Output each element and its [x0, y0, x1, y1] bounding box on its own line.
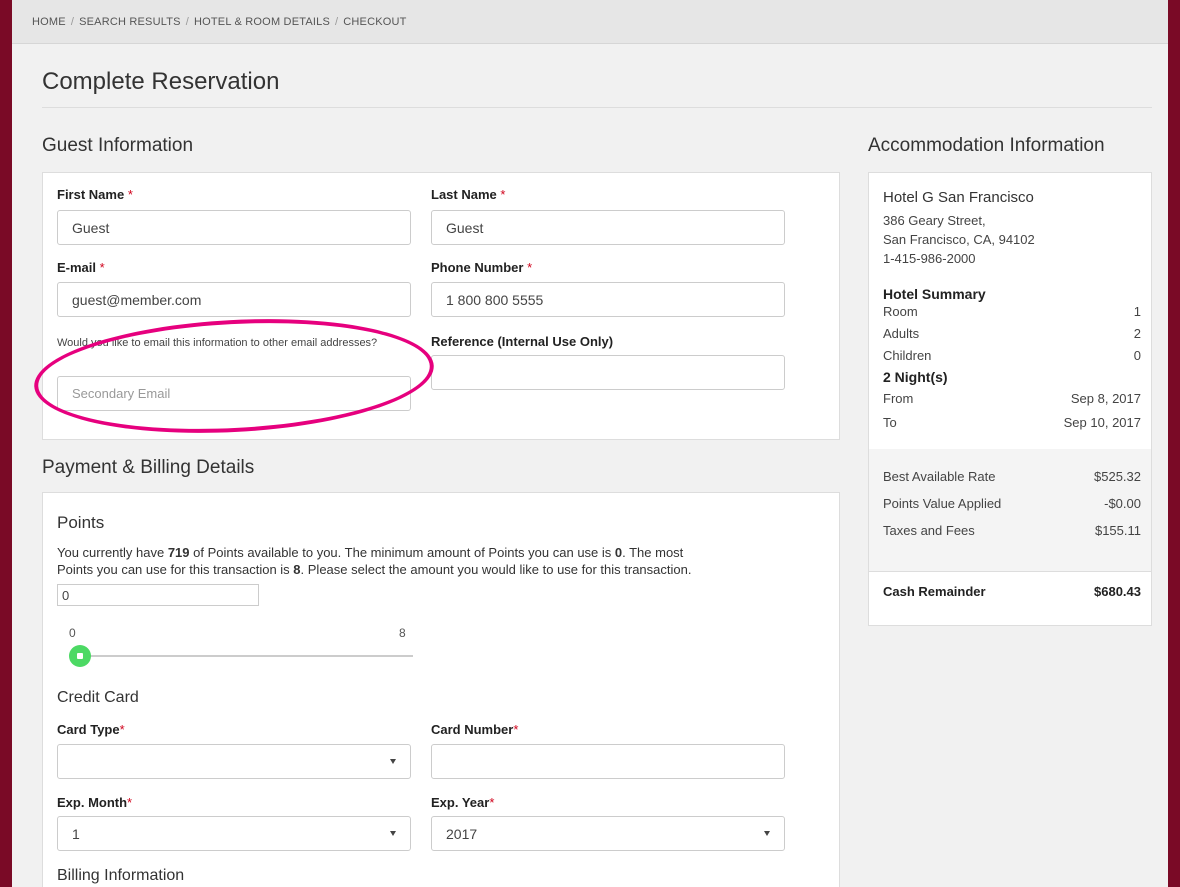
slider-max-label: 8 — [399, 626, 406, 640]
card-number-input[interactable] — [431, 744, 785, 779]
points-slider-track[interactable] — [73, 655, 413, 657]
adults-row: Adults 2 — [883, 326, 1141, 341]
billing-heading: Billing Information — [57, 867, 185, 884]
reference-label: Reference (Internal Use Only) — [431, 334, 614, 349]
points-description: You currently have 719 of Points availab… — [57, 545, 692, 577]
card-type-select[interactable] — [57, 744, 411, 779]
cash-remainder-row: Cash Remainder $680.43 — [883, 584, 1141, 599]
exp-month-select[interactable]: 1 — [57, 816, 411, 851]
rates-box: Best Available Rate $525.32 Points Value … — [869, 449, 1151, 571]
accommodation-panel: Hotel G San Francisco 386 Geary Street, … — [868, 172, 1152, 626]
nights-label: 2 Night(s) — [883, 369, 948, 385]
payment-heading: Payment & Billing Details — [42, 457, 255, 478]
breadcrumb: HOME / SEARCH RESULTS / HOTEL & ROOM DETAILS… — [12, 0, 1168, 44]
points-available: 719 — [167, 545, 190, 560]
points-slider-handle[interactable] — [69, 645, 91, 667]
email-label: E-mail * — [57, 260, 105, 275]
exp-month-label: Exp. Month* — [57, 795, 133, 810]
last-name-label: Last Name * — [431, 187, 506, 202]
hotel-summary-heading: Hotel Summary — [883, 286, 986, 302]
room-row: Room 1 — [883, 304, 1141, 319]
page-title: Complete Reservation — [42, 68, 280, 95]
chevron-down-icon — [390, 831, 396, 836]
hotel-phone: 1-415-986-2000 — [883, 251, 976, 266]
phone-input[interactable]: 1 800 800 5555 — [431, 282, 785, 317]
credit-card-heading: Credit Card — [57, 689, 139, 706]
hotel-address-line2: San Francisco, CA, 94102 — [883, 232, 1035, 247]
points-max: 8 — [293, 562, 301, 577]
exp-year-label: Exp. Year* — [431, 795, 495, 810]
last-name-input[interactable]: Guest — [431, 210, 785, 245]
rates-divider — [869, 571, 1151, 572]
chevron-down-icon — [390, 759, 396, 764]
exp-year-select[interactable]: 2017 — [431, 816, 785, 851]
accommodation-heading: Accommodation Information — [868, 135, 1105, 156]
phone-label: Phone Number * — [431, 260, 533, 275]
to-row: To Sep 10, 2017 — [883, 415, 1141, 430]
email-input[interactable]: guest@member.com — [57, 282, 411, 317]
first-name-label: First Name * — [57, 187, 133, 202]
first-name-input[interactable]: Guest — [57, 210, 411, 245]
hotel-address-line1: 386 Geary Street, — [883, 213, 986, 228]
card-number-label: Card Number* — [431, 722, 519, 737]
breadcrumb-hotel-room-details[interactable]: HOTEL & ROOM DETAILS — [194, 16, 330, 28]
guest-info-heading: Guest Information — [42, 135, 194, 156]
points-heading: Points — [57, 513, 105, 532]
payment-panel: Points You currently have 719 of Points … — [42, 492, 840, 887]
taxes-row: Taxes and Fees $155.11 — [883, 523, 1141, 538]
points-applied-row: Points Value Applied -$0.00 — [883, 496, 1141, 511]
card-type-label: Card Type* — [57, 722, 125, 737]
chevron-down-icon — [764, 831, 770, 836]
breadcrumb-search-results[interactable]: SEARCH RESULTS — [79, 16, 181, 28]
children-row: Children 0 — [883, 348, 1141, 363]
hotel-name: Hotel G San Francisco — [883, 189, 1034, 206]
best-rate-row: Best Available Rate $525.32 — [883, 469, 1141, 484]
breadcrumb-home[interactable]: HOME — [32, 16, 66, 28]
reference-input[interactable] — [431, 355, 785, 390]
checkout-page: HOME / SEARCH RESULTS / HOTEL & ROOM DETAILS… — [12, 0, 1168, 887]
breadcrumb-checkout: CHECKOUT — [343, 16, 407, 28]
from-row: From Sep 8, 2017 — [883, 391, 1141, 406]
points-input[interactable]: 0 — [57, 584, 259, 606]
title-divider — [42, 107, 1152, 108]
slider-min-label: 0 — [69, 626, 76, 640]
